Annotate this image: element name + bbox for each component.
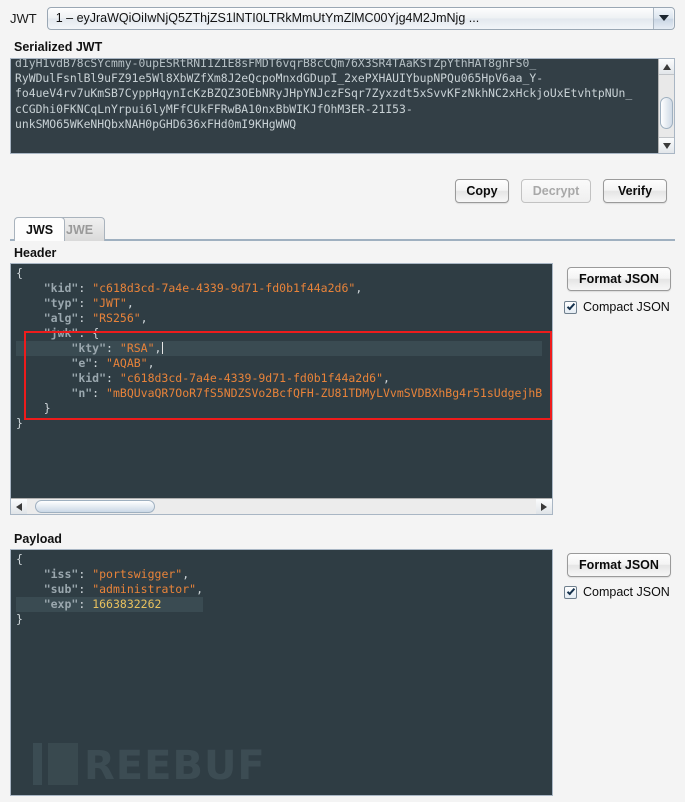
- verify-button[interactable]: Verify: [603, 179, 667, 203]
- watermark-text: REEBUF: [84, 743, 266, 789]
- header-json-text: { "kid": "c618d3cd-7a4e-4339-9d71-fd0b1f…: [16, 266, 543, 430]
- serialized-jwt-textarea[interactable]: d1yH1vdB78cSYcmmy-0upESRtRNI1Z1E8sFMDT6v…: [10, 58, 675, 154]
- checkbox-checked-icon[interactable]: [564, 585, 577, 599]
- jwt-selector-row: JWT 1 – eyJraWQiOiIwNjQ5ZThjZS1lNTI0LTRk…: [0, 0, 685, 36]
- scroll-right-icon[interactable]: [536, 499, 552, 514]
- payload-json-text: { "iss": "portswigger", "sub": "administ…: [16, 552, 203, 626]
- header-heading: Header: [14, 246, 57, 260]
- header-compact-json-checkbox[interactable]: Compact JSON: [564, 300, 670, 314]
- jws-jwe-tabstrip: JWS JWE: [0, 215, 685, 241]
- serialized-scroll-track[interactable]: [659, 75, 674, 137]
- header-horizontal-scrollbar[interactable]: [11, 498, 552, 514]
- scroll-left-icon[interactable]: [11, 499, 27, 514]
- serialized-vertical-scrollbar[interactable]: [658, 59, 674, 153]
- serialized-jwt-heading: Serialized JWT: [14, 40, 103, 54]
- serialized-jwt-text: d1yH1vdB78cSYcmmy-0upESRtRNI1Z1E8sFMDT6v…: [15, 58, 633, 131]
- tabstrip-baseline: [10, 239, 675, 241]
- serialized-scroll-thumb[interactable]: [660, 97, 673, 129]
- payload-format-json-button[interactable]: Format JSON: [567, 553, 671, 577]
- freebuf-watermark: REEBUF: [33, 743, 266, 789]
- chevron-down-icon[interactable]: [653, 7, 673, 29]
- checkbox-checked-icon[interactable]: [564, 300, 577, 314]
- header-scroll-thumb[interactable]: [35, 500, 155, 513]
- header-json-editor[interactable]: { "kid": "c618d3cd-7a4e-4339-9d71-fd0b1f…: [10, 263, 553, 515]
- decrypt-button: Decrypt: [521, 179, 591, 203]
- payload-compact-json-label: Compact JSON: [583, 585, 670, 599]
- jwt-label: JWT: [10, 10, 37, 26]
- jwt-token-dropdown-value: 1 – eyJraWQiOiIwNjQ5ZThjZS1lNTI0LTRkMmUt…: [55, 11, 480, 25]
- header-format-json-button[interactable]: Format JSON: [567, 267, 671, 291]
- watermark-block: [48, 743, 78, 785]
- header-compact-json-label: Compact JSON: [583, 300, 670, 314]
- scroll-up-icon[interactable]: [659, 59, 674, 75]
- jwt-token-dropdown[interactable]: 1 – eyJraWQiOiIwNjQ5ZThjZS1lNTI0LTRkMmUt…: [46, 6, 675, 30]
- scroll-down-icon[interactable]: [659, 137, 674, 153]
- payload-heading: Payload: [14, 532, 62, 546]
- jwt-editor-window: JWT 1 – eyJraWQiOiIwNjQ5ZThjZS1lNTI0LTRk…: [0, 0, 685, 802]
- tab-jws[interactable]: JWS: [14, 217, 66, 241]
- payload-json-editor[interactable]: { "iss": "portswigger", "sub": "administ…: [10, 549, 553, 796]
- watermark-bar: [33, 743, 42, 785]
- copy-button[interactable]: Copy: [455, 179, 509, 203]
- payload-compact-json-checkbox[interactable]: Compact JSON: [564, 585, 670, 599]
- header-scroll-track[interactable]: [27, 499, 536, 514]
